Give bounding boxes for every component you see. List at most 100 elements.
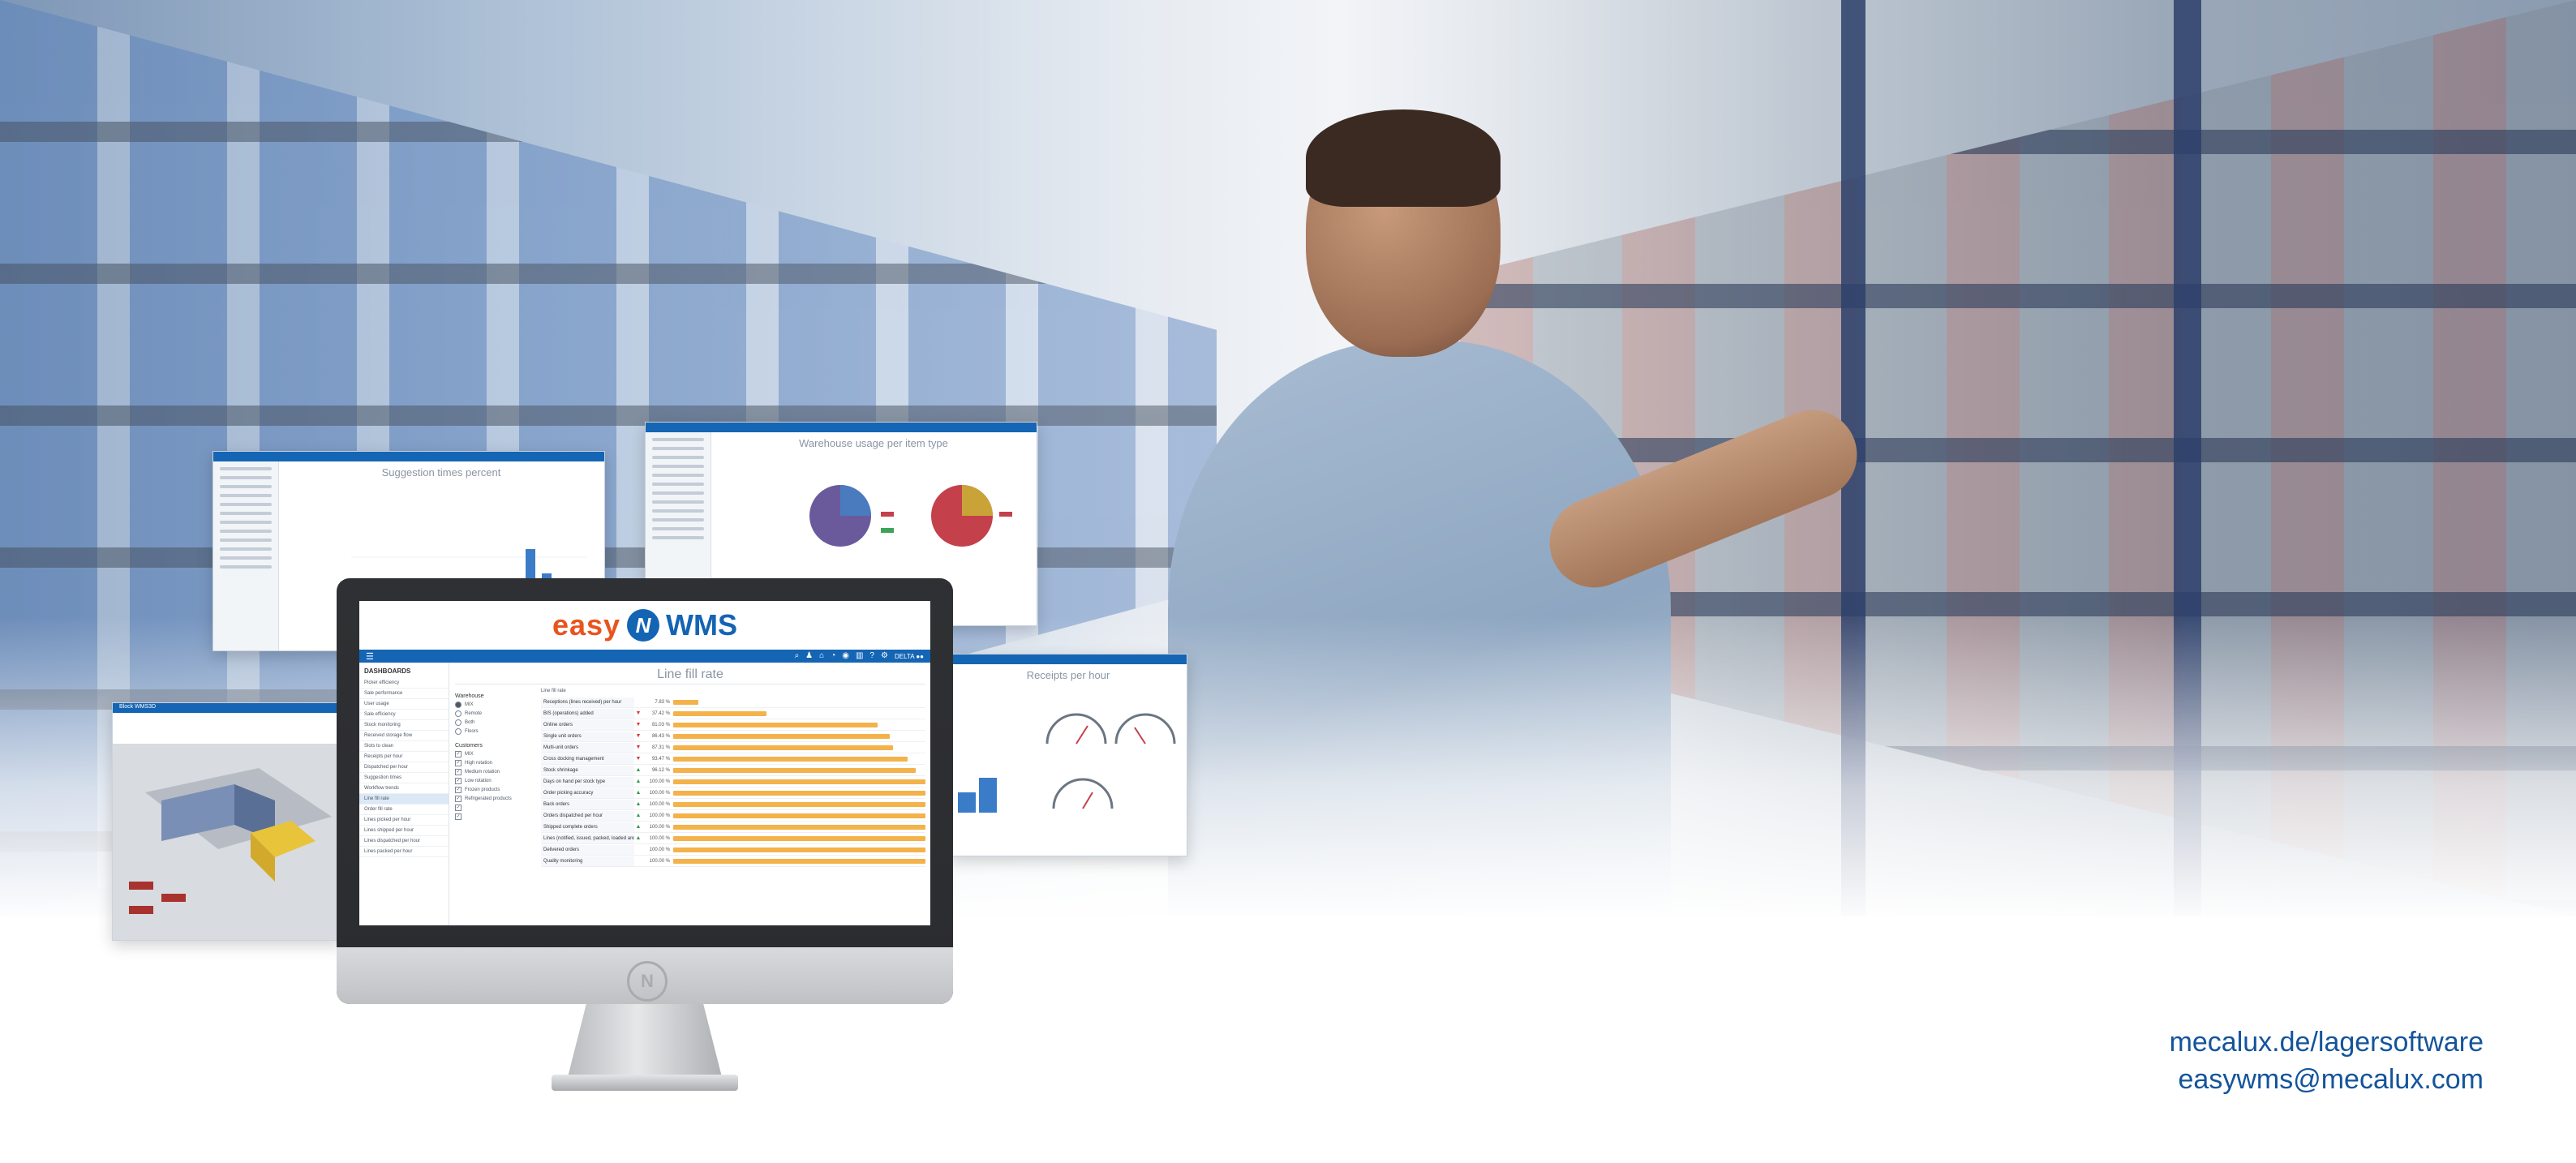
row-label: Single unit orders	[541, 731, 634, 741]
settings-icon[interactable]: ⚙	[881, 650, 888, 663]
radio-icon[interactable]	[455, 710, 462, 717]
sidebar-item[interactable]: Suggestion times	[359, 773, 449, 783]
logo-wms-text: WMS	[666, 608, 738, 642]
customer-checkbox-option[interactable]: ✓ Frozen products	[455, 787, 536, 793]
row-value: 100.00 %	[649, 835, 670, 841]
home-icon[interactable]: ⌂	[819, 650, 824, 663]
app-logo-icon: ◉	[842, 651, 849, 660]
website-link[interactable]: mecalux.de/lagersoftware	[2170, 1024, 2484, 1061]
customer-checkbox-option[interactable]: ✓	[455, 813, 536, 820]
sidebar-item[interactable]: Lines dispatched per hour	[359, 836, 449, 847]
fill-rate-bar	[673, 767, 916, 773]
warehouse-filter-label: Warehouse	[455, 693, 484, 699]
fill-rate-bar	[673, 733, 891, 739]
sidebar-item[interactable]: Dispatched per hour	[359, 762, 449, 773]
row-value: 37.42 %	[651, 710, 670, 716]
window-titlebar	[950, 654, 1187, 664]
radio-icon[interactable]	[455, 728, 462, 735]
row-label: BIS (operations) added	[541, 708, 634, 719]
sidebar-item[interactable]: Order fill rate	[359, 805, 449, 815]
checkbox-icon[interactable]: ✓	[455, 805, 462, 811]
sidebar-item[interactable]: Workflow trends	[359, 783, 449, 794]
email-link[interactable]: easywms@mecalux.com	[2170, 1061, 2484, 1098]
warehouse-radio-option[interactable]: MIX	[455, 702, 536, 708]
window-title: Receipts per hour	[1026, 669, 1110, 681]
trend-up-icon: ▲	[635, 824, 642, 830]
sidebar-item[interactable]: Receipts per hour	[359, 752, 449, 762]
option-label: MIX	[465, 752, 474, 757]
sidebar-item[interactable]: Slots to clean	[359, 741, 449, 752]
row-value: 100.00 %	[649, 847, 670, 852]
fill-rate-bar	[673, 745, 893, 750]
row-value: 87.31 %	[651, 745, 670, 750]
table-row: Multi-unit orders ▼ 87.31 %	[541, 742, 925, 753]
radio-icon[interactable]	[455, 702, 462, 708]
fill-rate-bar	[673, 858, 925, 864]
sidebar-header: DASHBOARDS	[364, 667, 411, 675]
fill-rate-bar	[673, 710, 767, 716]
sidebar-item[interactable]: Lines shipped per hour	[359, 826, 449, 836]
gauge-window: Receipts per hour	[949, 654, 1187, 856]
sidebar-item[interactable]: Sale efficiency	[359, 710, 449, 720]
table-row: Orders dispatched per hour ▲ 100.00 %	[541, 810, 925, 822]
notification-icon[interactable]: ◔	[831, 650, 835, 663]
fill-rate-bar	[673, 824, 925, 830]
table-row: Stock shrinkage ▲ 96.12 %	[541, 765, 925, 776]
customer-checkbox-option[interactable]: ✓ High rotation	[455, 760, 536, 766]
search-icon[interactable]: ⌕	[795, 650, 800, 663]
customer-checkbox-option[interactable]: ✓ Medium rotation	[455, 769, 536, 775]
radio-icon[interactable]	[455, 719, 462, 726]
chart-icon[interactable]: ▥	[856, 650, 863, 663]
monitor-screen: easy N WMS ☰ ⌕ ♟ ⌂ ◔ ◉ ▥ ? ⚙ DELTA ●● DA…	[359, 601, 930, 925]
checkbox-icon[interactable]: ✓	[455, 751, 462, 757]
customer-checkbox-option[interactable]: ✓	[455, 805, 536, 811]
checkbox-icon[interactable]: ✓	[455, 778, 462, 784]
row-value: 81.03 %	[651, 722, 670, 727]
row-label: Shipped complete orders	[541, 822, 634, 832]
option-label: Floors	[465, 729, 479, 734]
sidebar-item[interactable]: Stock monitoring	[359, 720, 449, 731]
fill-rate-bar	[673, 722, 878, 727]
checkbox-icon[interactable]: ✓	[455, 760, 462, 766]
sidebar-item[interactable]: Lines picked per hour	[359, 815, 449, 826]
trend-up-icon: ▲	[635, 801, 642, 807]
row-label: Multi-unit orders	[541, 742, 634, 753]
sidebar-item[interactable]: Line fill rate	[359, 794, 449, 805]
table-row: Shipped complete orders ▲ 100.00 %	[541, 822, 925, 833]
contact-block: mecalux.de/lagersoftware easywms@mecalux…	[2170, 1024, 2484, 1098]
warehouse-radio-option[interactable]: Both	[455, 719, 536, 726]
row-label: Lines (notified, issued, packed, loaded …	[541, 833, 634, 843]
sidebar-item[interactable]: Sale performance	[359, 689, 449, 699]
checkbox-icon[interactable]: ✓	[455, 796, 462, 802]
customer-checkbox-option[interactable]: ✓ Refrigerated products	[455, 796, 536, 802]
customer-checkbox-option[interactable]: ✓ Low rotation	[455, 778, 536, 784]
customer-checkbox-option[interactable]: ✓ MIX	[455, 751, 536, 757]
warehouse-radio-option[interactable]: Floors	[455, 728, 536, 735]
warehouse-radio-option[interactable]: Remote	[455, 710, 536, 717]
row-value: 100.00 %	[649, 858, 670, 864]
logo-circle-icon: N	[627, 609, 660, 642]
checkbox-icon[interactable]: ✓	[455, 787, 462, 793]
layout-window: Block WMS3D	[112, 702, 342, 941]
user-icon[interactable]: ♟	[805, 650, 813, 663]
help-icon[interactable]: ?	[869, 650, 874, 663]
option-label: MIX	[465, 702, 474, 707]
sidebar-item[interactable]: Picker efficiency	[359, 678, 449, 689]
row-value: 100.00 %	[649, 779, 670, 784]
worker-hair	[1306, 109, 1501, 207]
user-label[interactable]: DELTA ●●	[895, 653, 924, 660]
sidebar-item[interactable]: User usage	[359, 699, 449, 710]
row-label: Online orders	[541, 719, 634, 730]
fill-rate-bar	[673, 699, 699, 705]
sidebar-item[interactable]: Received storage flow	[359, 731, 449, 741]
hamburger-menu-icon[interactable]: ☰	[366, 651, 374, 662]
checkbox-icon[interactable]: ✓	[455, 813, 462, 820]
table-row: Days on hand per stock type ▲ 100.00 %	[541, 776, 925, 787]
dashboard-sidebar: DASHBOARDS Picker efficiency Sale perform…	[359, 663, 449, 925]
checkbox-icon[interactable]: ✓	[455, 769, 462, 775]
table-row: Lines (notified, issued, packed, loaded …	[541, 833, 925, 844]
row-value: 100.00 %	[649, 801, 670, 807]
trend-up-icon: ▲	[635, 767, 642, 773]
sidebar-item[interactable]: Lines packed per hour	[359, 847, 449, 857]
trend-down-icon: ▼	[635, 722, 642, 727]
